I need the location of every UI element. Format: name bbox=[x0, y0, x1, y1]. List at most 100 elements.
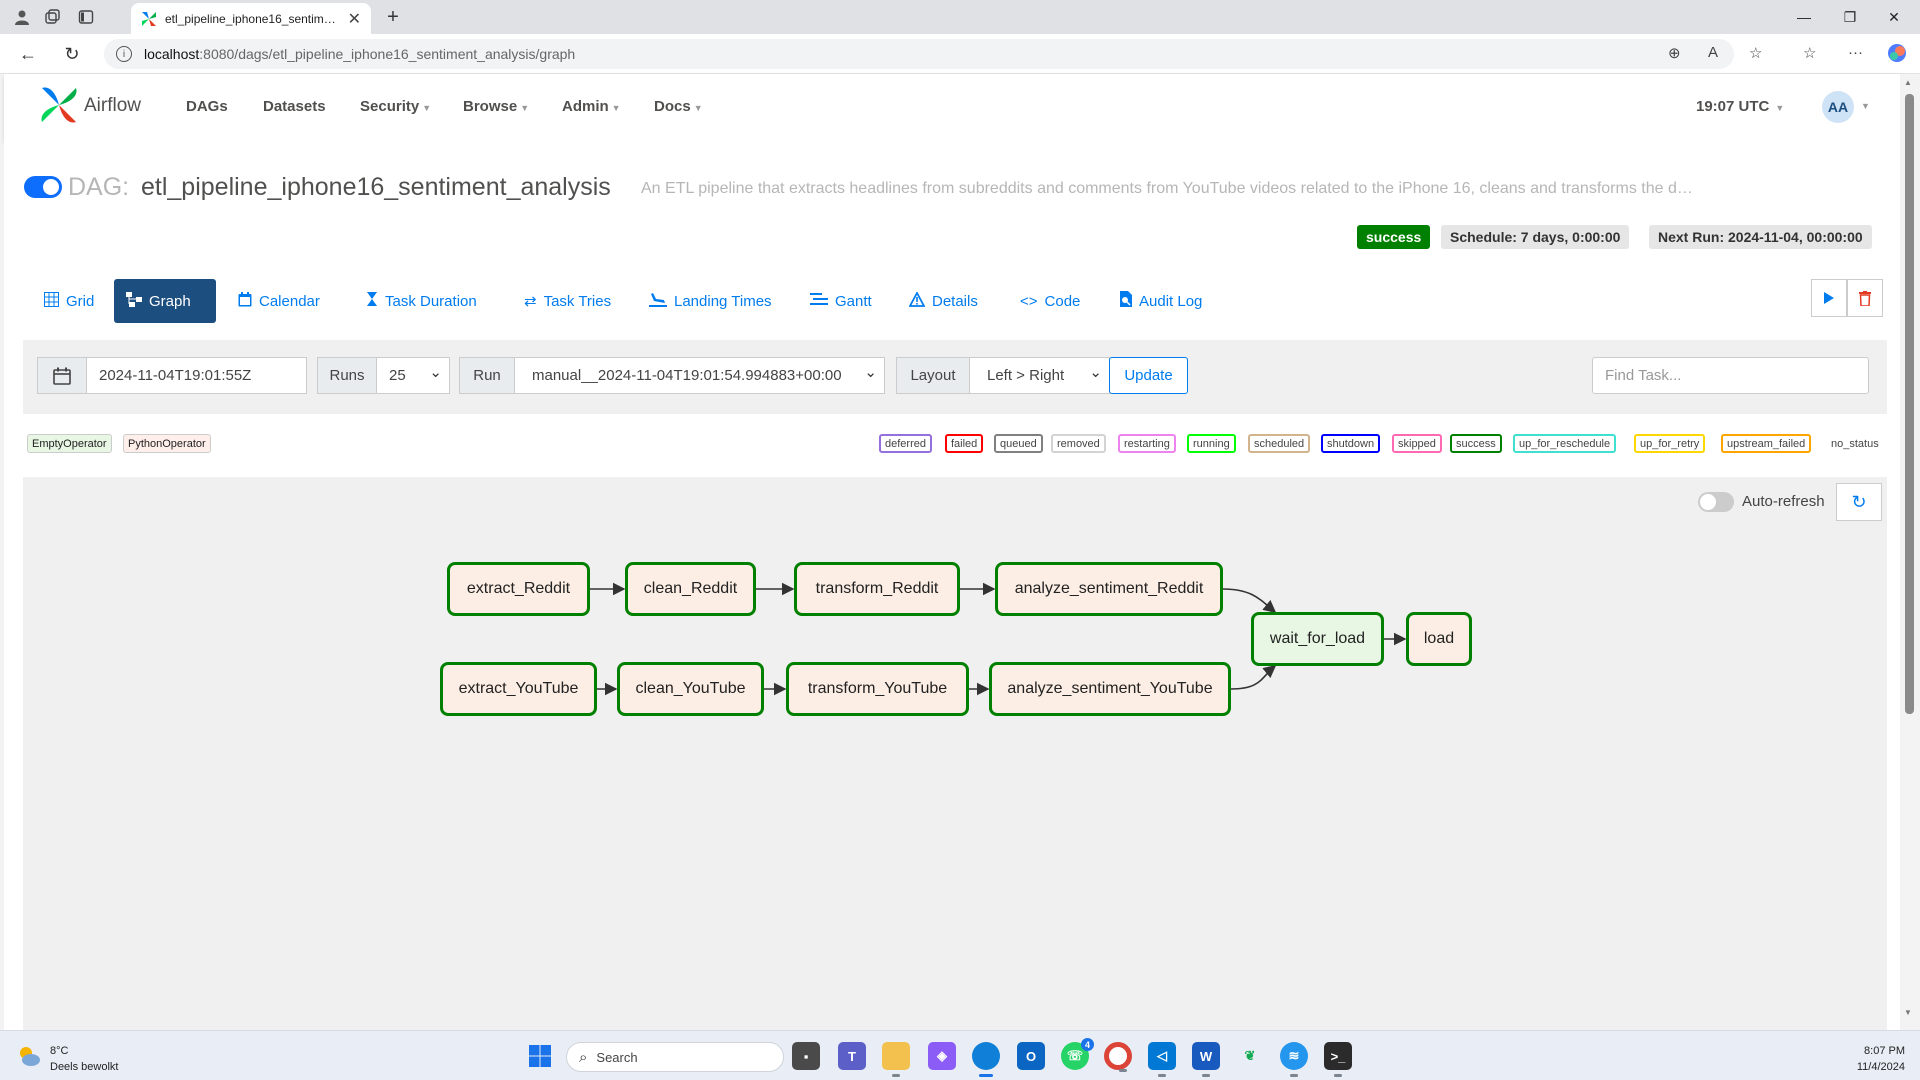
teams-app-icon[interactable]: T bbox=[838, 1042, 866, 1070]
clock-date[interactable]: 11/4/2024 bbox=[1845, 1061, 1905, 1073]
nav-browse[interactable]: Browse ▼ bbox=[463, 98, 529, 115]
vertical-tabs-icon[interactable] bbox=[76, 7, 96, 27]
word-app-icon[interactable]: W bbox=[1192, 1042, 1220, 1077]
nav-docs[interactable]: Docs ▼ bbox=[654, 98, 703, 115]
vscode-app-icon[interactable]: ◁ bbox=[1148, 1042, 1176, 1077]
copilot-app-icon[interactable]: ◈ bbox=[928, 1042, 956, 1070]
user-avatar[interactable]: AA bbox=[1822, 91, 1854, 123]
tab-code[interactable]: <> Code bbox=[1008, 279, 1092, 323]
more-options-icon[interactable]: ··· bbox=[1848, 44, 1863, 61]
site-info-icon[interactable]: i bbox=[116, 46, 132, 62]
task-node[interactable]: transform_YouTube bbox=[786, 662, 969, 716]
zoom-icon[interactable]: ⊕ bbox=[1668, 44, 1681, 62]
scroll-down-arrow-icon[interactable]: ▼ bbox=[1904, 1008, 1912, 1017]
task-view-app-icon[interactable]: ▪ bbox=[792, 1042, 820, 1070]
outlook-app-icon[interactable]: O bbox=[1017, 1042, 1045, 1070]
new-tab-icon[interactable]: + bbox=[383, 6, 403, 28]
favorites-icon[interactable]: ☆ bbox=[1803, 44, 1816, 62]
state-legend-chip[interactable]: scheduled bbox=[1248, 434, 1311, 453]
taskbar-search[interactable]: ⌕ Search bbox=[566, 1042, 784, 1072]
docker-app-icon[interactable]: ≋ bbox=[1280, 1042, 1308, 1077]
windows-start-icon[interactable] bbox=[528, 1044, 552, 1068]
mongodb-app-icon[interactable]: ❦ bbox=[1236, 1042, 1264, 1070]
state-legend-chip[interactable]: up_for_reschedule bbox=[1513, 434, 1617, 453]
date-picker-button[interactable] bbox=[37, 357, 87, 394]
read-aloud-icon[interactable]: A bbox=[1708, 44, 1718, 61]
operator-legend-chip[interactable]: PythonOperator bbox=[123, 434, 211, 453]
state-legend-chip[interactable]: running bbox=[1187, 434, 1236, 453]
tab-gantt[interactable]: Gantt bbox=[798, 279, 884, 323]
state-legend-chip[interactable]: deferred bbox=[879, 434, 932, 453]
task-node[interactable]: load bbox=[1406, 612, 1472, 666]
state-legend-chip[interactable]: queued bbox=[994, 434, 1043, 453]
state-legend-chip[interactable]: shutdown bbox=[1321, 434, 1381, 453]
find-task-input[interactable]: Find Task... bbox=[1592, 357, 1869, 394]
task-node[interactable]: transform_Reddit bbox=[794, 562, 960, 616]
operator-legend-chip[interactable]: EmptyOperator bbox=[27, 434, 112, 453]
tab-task-tries[interactable]: ⇄ Task Tries bbox=[512, 279, 623, 323]
dag-graph-canvas[interactable]: Auto-refresh ↻ extract_Reddit clean_Reddi… bbox=[23, 477, 1887, 1030]
task-node[interactable]: extract_YouTube bbox=[440, 662, 597, 716]
nav-security[interactable]: Security ▼ bbox=[360, 98, 431, 115]
update-button[interactable]: Update bbox=[1109, 357, 1188, 394]
state-legend-chip[interactable]: up_for_retry bbox=[1634, 434, 1706, 453]
state-legend-chip[interactable]: success bbox=[1450, 434, 1502, 453]
terminal-app-icon[interactable]: >_ bbox=[1324, 1042, 1352, 1077]
airflow-logo-icon[interactable] bbox=[38, 84, 80, 126]
nav-datasets[interactable]: Datasets bbox=[263, 98, 326, 115]
task-node[interactable]: clean_Reddit bbox=[625, 562, 756, 616]
state-legend-chip[interactable]: failed bbox=[945, 434, 984, 453]
scrollbar-thumb[interactable] bbox=[1905, 94, 1914, 714]
state-legend-chip[interactable]: restarting bbox=[1118, 434, 1176, 453]
chevron-down-icon[interactable]: ▼ bbox=[1861, 101, 1870, 111]
dag-pause-toggle[interactable] bbox=[24, 176, 62, 198]
file-explorer-app-icon[interactable] bbox=[882, 1042, 910, 1077]
close-window-icon[interactable]: ✕ bbox=[1874, 4, 1914, 30]
close-tab-icon[interactable]: ✕ bbox=[348, 9, 361, 29]
runs-select[interactable]: 25 bbox=[376, 357, 450, 394]
state-legend-chip[interactable]: removed bbox=[1051, 434, 1106, 453]
trigger-dag-button[interactable] bbox=[1811, 279, 1847, 317]
minimize-icon[interactable]: — bbox=[1784, 4, 1824, 30]
tab-calendar[interactable]: Calendar bbox=[226, 279, 332, 323]
tab-details[interactable]: Details bbox=[897, 279, 990, 323]
task-node[interactable]: clean_YouTube bbox=[617, 662, 764, 716]
back-icon[interactable]: ← bbox=[16, 42, 40, 66]
scroll-up-arrow-icon[interactable]: ▲ bbox=[1904, 78, 1912, 87]
tab-landing-times[interactable]: Landing Times bbox=[637, 279, 784, 323]
address-bar[interactable]: i localhost:8080/dags/etl_pipeline_iphon… bbox=[104, 39, 1734, 69]
airflow-brand[interactable]: Airflow bbox=[84, 95, 141, 117]
favorite-star-icon[interactable]: ☆ bbox=[1749, 44, 1762, 62]
nav-admin[interactable]: Admin ▼ bbox=[562, 98, 621, 115]
utc-clock[interactable]: 19:07 UTC ▼ bbox=[1696, 98, 1784, 115]
copilot-icon[interactable] bbox=[1886, 42, 1908, 68]
clock-time[interactable]: 8:07 PM bbox=[1845, 1045, 1905, 1057]
layout-select[interactable]: Left > Right bbox=[969, 357, 1110, 394]
profile-icon[interactable] bbox=[12, 7, 32, 27]
dag-title[interactable]: etl_pipeline_iphone16_sentiment_analysis bbox=[141, 173, 611, 202]
workspaces-icon[interactable] bbox=[42, 7, 62, 27]
tab-grid[interactable]: Grid bbox=[32, 279, 106, 323]
weather-cloud-icon[interactable] bbox=[16, 1043, 42, 1069]
task-node[interactable]: analyze_sentiment_YouTube bbox=[989, 662, 1231, 716]
base-date-input[interactable]: 2024-11-04T19:01:55Z bbox=[86, 357, 307, 394]
state-legend-chip[interactable]: upstream_failed bbox=[1721, 434, 1812, 453]
state-legend-chip[interactable]: no_status bbox=[1827, 434, 1883, 453]
tab-graph[interactable]: Graph bbox=[114, 279, 216, 323]
task-node[interactable]: extract_Reddit bbox=[447, 562, 590, 616]
task-node[interactable]: wait_for_load bbox=[1251, 612, 1384, 666]
run-select[interactable]: manual__2024-11-04T19:01:54.994883+00:00 bbox=[514, 357, 885, 394]
chrome-app-icon[interactable] bbox=[1104, 1042, 1132, 1072]
whatsapp-app-icon[interactable]: ☏ 4 bbox=[1061, 1038, 1094, 1070]
reload-icon[interactable]: ↻ bbox=[60, 42, 84, 66]
browser-tab-active[interactable]: etl_pipeline_iphone16_sentiment_analysis… bbox=[131, 3, 371, 34]
nav-dags[interactable]: DAGs bbox=[186, 98, 228, 115]
tab-task-duration[interactable]: Task Duration bbox=[354, 279, 489, 323]
edge-app-icon[interactable] bbox=[972, 1042, 1000, 1077]
restore-icon[interactable]: ❐ bbox=[1830, 4, 1870, 30]
state-legend-chip[interactable]: skipped bbox=[1392, 434, 1442, 453]
tab-audit-log[interactable]: Audit Log bbox=[1107, 279, 1214, 323]
delete-dag-button[interactable] bbox=[1847, 279, 1883, 317]
task-node[interactable]: analyze_sentiment_Reddit bbox=[995, 562, 1223, 616]
page-scrollbar[interactable]: ▲ ▼ bbox=[1900, 74, 1920, 1030]
